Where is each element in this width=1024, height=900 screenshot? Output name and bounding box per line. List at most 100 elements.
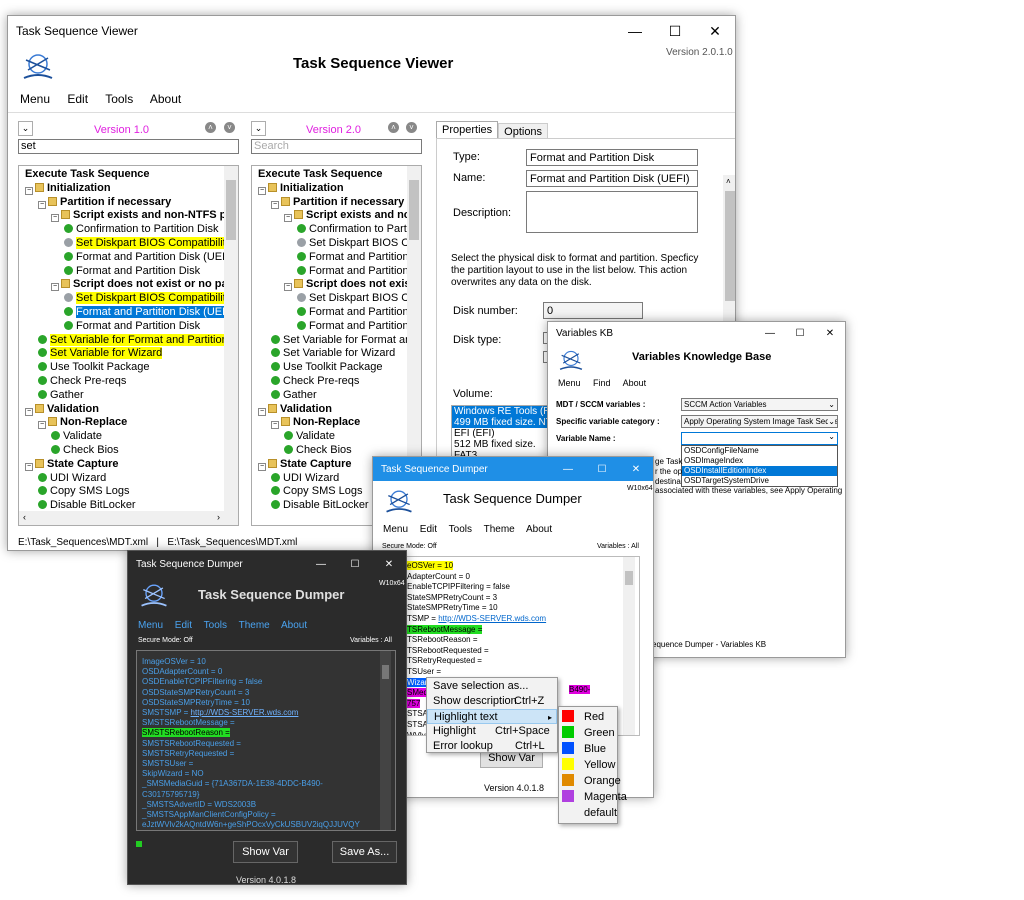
color-option[interactable]: Orange [562, 773, 621, 789]
left-search-input[interactable]: set [18, 139, 239, 154]
disk-number-field[interactable]: 0 [543, 302, 643, 319]
variable-line[interactable]: SMSTSRebootRequested = [142, 739, 395, 749]
variable-line[interactable]: SMSTSRebootMessage = [142, 718, 395, 728]
tree-item[interactable]: Execute Task Sequence [258, 168, 421, 182]
properties-vscroll[interactable] [723, 175, 735, 345]
variable-line[interactable]: OSDEnableTCPIPFiltering = false [142, 677, 395, 687]
menu-item-about[interactable]: About [526, 524, 552, 535]
left-prev-icon[interactable]: ˄ [205, 122, 216, 133]
color-option[interactable]: Green [562, 725, 617, 741]
expand-toggle-icon[interactable]: − [284, 283, 292, 292]
dropdown-option[interactable]: OSDInstallEditionIndex [682, 466, 837, 476]
close-button[interactable]: ✕ [619, 457, 653, 481]
variable-link[interactable]: http://WDS-SERVER.wds.com [191, 708, 299, 717]
tree-item[interactable]: Gather [25, 389, 238, 403]
minimize-button[interactable]: — [755, 322, 785, 344]
color-option[interactable]: Yellow [562, 757, 617, 773]
tree-item[interactable]: Set Variable for Wizard [258, 347, 421, 361]
variable-line[interactable]: _SMSTSAppManClientConfigPolicy = [142, 810, 395, 820]
type-field[interactable]: Format and Partition Disk [526, 149, 698, 166]
menu-show-description[interactable]: Show description Ctrl+Z [427, 694, 557, 709]
variable-line[interactable]: TSMP = http://WDS-SERVER.wds.com [407, 614, 639, 625]
menu-item-menu[interactable]: Menu [20, 92, 50, 106]
menu-item-about[interactable]: About [623, 378, 647, 388]
tree-item[interactable]: Validate [25, 430, 238, 444]
tree-item[interactable]: Set Variable for Format an [258, 334, 421, 348]
expand-toggle-icon[interactable]: − [38, 200, 46, 209]
variable-line[interactable]: ImageOSVer = 10 [142, 657, 395, 667]
variable-line[interactable]: AdapterCount = 0 [407, 572, 639, 583]
tree-item[interactable]: Format and Partition [258, 265, 421, 279]
tree-item[interactable]: − Validation [258, 403, 421, 417]
menu-item-theme[interactable]: Theme [239, 620, 270, 631]
menu-highlight[interactable]: Highlight Ctrl+Space [427, 724, 557, 739]
expand-toggle-icon[interactable]: − [284, 214, 292, 223]
tree-item[interactable]: Check Pre-reqs [258, 375, 421, 389]
variable-line[interactable]: SMSTSRetryRequested = [142, 749, 395, 759]
tree-item[interactable]: Execute Task Sequence [25, 168, 238, 182]
minimize-button[interactable]: — [615, 16, 655, 46]
tree-item[interactable]: − Partition if necessary [258, 196, 421, 210]
tree-item[interactable]: Use Toolkit Package [258, 361, 421, 375]
variable-line[interactable]: TSUser = [407, 667, 639, 678]
menu-error-lookup[interactable]: Error lookup Ctrl+L [427, 739, 557, 754]
dumper-light-vscroll[interactable] [623, 557, 635, 735]
menu-item-tools[interactable]: Tools [105, 92, 133, 106]
close-button[interactable]: ✕ [695, 16, 735, 46]
dropdown-option[interactable]: OSDTargetSystemDrive [682, 476, 837, 486]
tree-item[interactable]: Check Pre-reqs [25, 375, 238, 389]
tree-item[interactable]: Set Diskpart BIOS Compatibility [25, 292, 238, 306]
tree-item[interactable]: Check Bios [25, 444, 238, 458]
expand-toggle-icon[interactable]: − [51, 283, 59, 292]
variable-line[interactable]: eOSVer = 10 [407, 561, 639, 572]
tree-item[interactable]: Copy SMS Logs [25, 485, 238, 499]
category-select[interactable]: Apply Operating System Image Task Seque ⌄ [681, 415, 838, 428]
tree-item[interactable]: Format and Partition [258, 306, 421, 320]
tree-item[interactable]: − Script does not exist or no partiti [25, 278, 238, 292]
variable-line[interactable]: _SMSMediaGuid = {71A367DA-1E38-4DDC-B490… [142, 779, 395, 789]
expand-toggle-icon[interactable]: − [258, 462, 266, 471]
menu-item-menu[interactable]: Menu [383, 524, 408, 535]
right-prev-icon[interactable]: ˄ [388, 122, 399, 133]
tree-item[interactable]: Format and Partition Disk [25, 265, 238, 279]
tree-item[interactable]: Format and Partition [258, 251, 421, 265]
dropdown-option[interactable]: OSDConfigFileName [682, 446, 837, 456]
menu-item-about[interactable]: About [150, 92, 181, 106]
save-as-button[interactable]: Save As... [332, 841, 397, 863]
expand-toggle-icon[interactable]: − [38, 421, 46, 430]
minimize-button[interactable]: — [304, 551, 338, 578]
variable-line[interactable]: SMSTSUser = [142, 759, 395, 769]
tree-item[interactable]: Confirmation to Part [258, 223, 421, 237]
tree-item[interactable]: − Initialization [25, 182, 238, 196]
tree-item[interactable]: − Script exists and non-N [258, 209, 421, 223]
tree-item[interactable]: Set Variable for Format and Partition I [25, 333, 238, 348]
volume-row[interactable]: Windows RE Tools (RE 499 MB fixed size. N… [452, 406, 560, 428]
menu-item-edit[interactable]: Edit [67, 92, 88, 106]
color-option[interactable]: Blue [562, 741, 617, 757]
variable-link[interactable]: http://WDS-SERVER.wds.com [438, 614, 546, 623]
expand-toggle-icon[interactable]: − [25, 462, 33, 471]
maximize-button[interactable]: ☐ [338, 551, 372, 578]
left-tree-hscroll[interactable]: ‹ › [19, 511, 224, 525]
tree-item[interactable]: Format and Partition [258, 320, 421, 334]
scroll-up-icon[interactable]: ˄ [726, 177, 731, 186]
tree-item[interactable]: − Validation [25, 403, 238, 417]
tree-item[interactable]: − Non-Replace [25, 416, 238, 430]
variable-name-select[interactable]: ⌄ [681, 432, 838, 445]
expand-toggle-icon[interactable]: − [258, 407, 266, 416]
color-option[interactable]: default [562, 805, 617, 821]
close-button[interactable]: ✕ [372, 551, 406, 578]
tree-item[interactable]: Set Variable for Wizard [25, 347, 238, 361]
variable-line[interactable]: TSRebootRequested = [407, 646, 639, 657]
dropdown-option[interactable]: OSDImageIndex [682, 456, 837, 466]
variable-line[interactable]: EnableTCPIPFiltering = false [407, 582, 639, 593]
close-button[interactable]: ✕ [815, 322, 845, 344]
expand-toggle-icon[interactable]: − [271, 200, 279, 209]
left-next-icon[interactable]: ˅ [224, 122, 235, 133]
tree-item[interactable]: Set Diskpart BIOS C [258, 237, 421, 251]
variable-line[interactable]: SkipWizard = NO [142, 769, 395, 779]
tree-item[interactable]: − State Capture [25, 458, 238, 472]
menu-item-tools[interactable]: Tools [449, 524, 472, 535]
menu-item-theme[interactable]: Theme [484, 524, 515, 535]
left-collapse-button[interactable]: ⌄ [18, 121, 33, 136]
